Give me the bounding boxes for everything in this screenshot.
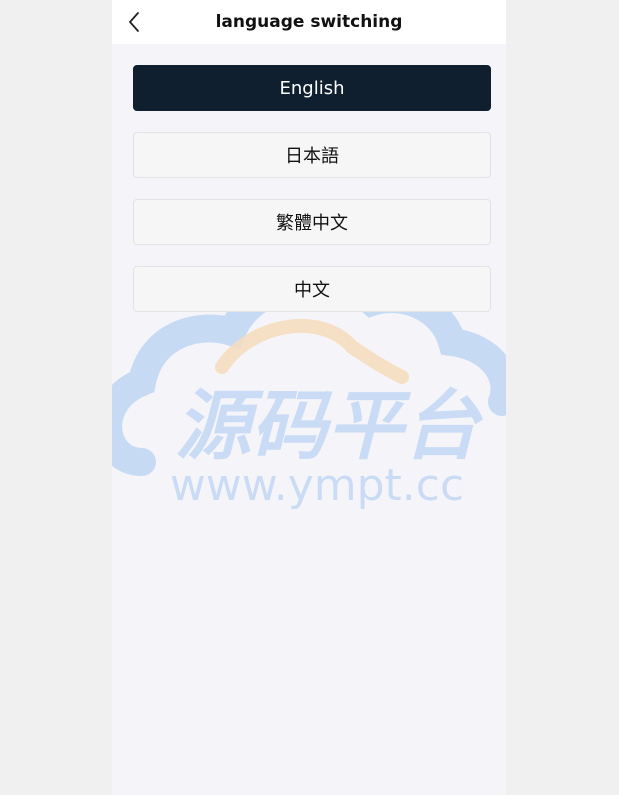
page-title: language switching xyxy=(215,12,403,32)
chevron-left-icon xyxy=(129,12,139,32)
nav-bar: language switching xyxy=(112,0,506,44)
language-option-english[interactable]: English xyxy=(133,65,491,111)
language-list: English 日本語 繁體中文 中文 xyxy=(133,65,491,333)
language-option-traditional-chinese[interactable]: 繁體中文 xyxy=(133,199,491,245)
back-button[interactable] xyxy=(120,8,148,36)
language-option-japanese[interactable]: 日本語 xyxy=(133,132,491,178)
app-screen: 源码平台 www.ympt.cc language switching Engl… xyxy=(112,0,506,795)
language-option-chinese[interactable]: 中文 xyxy=(133,266,491,312)
watermark-title: 源码平台 xyxy=(175,381,483,470)
watermark-url: www.ympt.cc xyxy=(170,460,464,511)
